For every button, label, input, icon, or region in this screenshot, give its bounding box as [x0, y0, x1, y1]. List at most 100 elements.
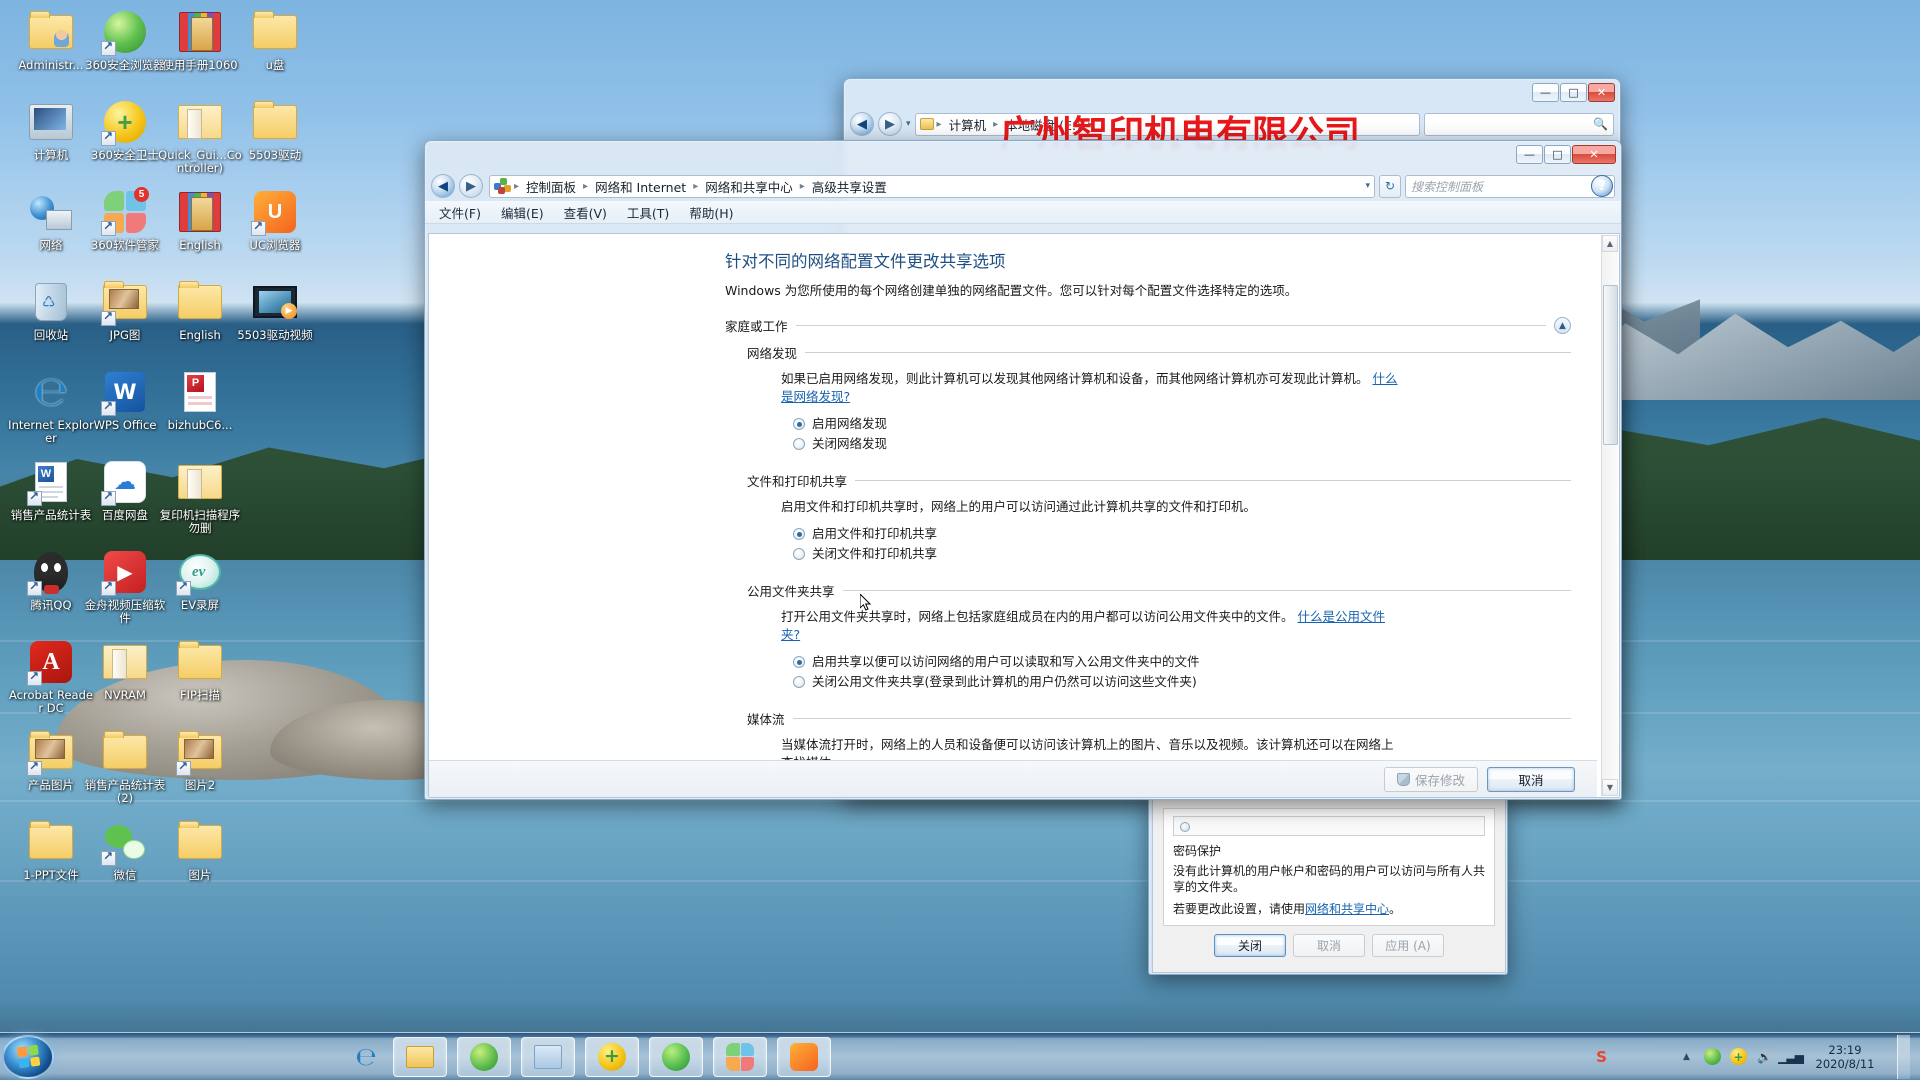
radio-option-enable-file-printer-sharing[interactable]: 启用文件和打印机共享: [793, 525, 1571, 543]
dialog-close-button[interactable]: 关闭: [1214, 934, 1286, 957]
explorer-close-button[interactable]: ✕: [1588, 83, 1615, 102]
help-icon[interactable]: ?: [1591, 175, 1613, 197]
360-browser-tray-icon[interactable]: [1704, 1048, 1721, 1065]
cp-breadcrumb-1[interactable]: 网络和 Internet: [591, 176, 690, 197]
desktop-icon[interactable]: FIP扫描: [157, 638, 243, 702]
cp-breadcrumb-0[interactable]: 控制面板: [522, 176, 580, 197]
taskbar-control-panel-button[interactable]: [521, 1036, 575, 1077]
cp-back-button[interactable]: ◀: [431, 174, 455, 198]
radio-option-enable-network-discovery[interactable]: 启用网络发现: [793, 415, 1571, 433]
control-panel-maximize-button[interactable]: □: [1544, 145, 1571, 164]
control-panel-window[interactable]: — □ ✕ ◀ ▶ ▸ 控制面板 ▸ 网络和 Internet ▸ 网络和共享中…: [424, 140, 1622, 800]
radio-icon-selected[interactable]: [793, 528, 805, 540]
desktop-icon[interactable]: PbizhubC6...: [157, 368, 243, 432]
radio-icon[interactable]: [793, 676, 805, 688]
network-signal-icon[interactable]: ▁▃▅: [1778, 1048, 1804, 1065]
desktop-icon[interactable]: English: [157, 188, 243, 252]
desktop-icon[interactable]: 5503驱动: [232, 98, 318, 162]
sharing-dialog-partial-option[interactable]: [1173, 816, 1485, 836]
explorer-breadcrumb-0[interactable]: 计算机: [945, 114, 991, 135]
explorer-maximize-button[interactable]: □: [1560, 83, 1587, 102]
desktop-icon[interactable]: JPG图: [82, 278, 168, 342]
desktop-icon[interactable]: 销售产品统计表 (2): [82, 728, 168, 805]
control-panel-titlebar[interactable]: — □ ✕: [425, 141, 1621, 171]
system-tray[interactable]: S ▲ + 🔊 ▁▃▅ 23:19 2020/8/11: [1593, 1034, 1920, 1079]
menu-help[interactable]: 帮助(H): [689, 203, 733, 222]
taskbar-360soft-button[interactable]: [649, 1036, 703, 1077]
cp-breadcrumb-3[interactable]: 高级共享设置: [808, 176, 891, 197]
explorer-recent-pages-icon[interactable]: ▾: [906, 119, 911, 129]
desktop-icon[interactable]: Quick_Gui...Controller): [157, 98, 243, 175]
dialog-apply-button[interactable]: 应用 (A): [1372, 934, 1444, 957]
cp-search-input[interactable]: 搜索控制面板 ⌕: [1405, 174, 1615, 198]
menu-tools[interactable]: 工具(T): [627, 203, 669, 222]
cp-forward-button[interactable]: ▶: [459, 174, 483, 198]
desktop-icon[interactable]: ☁ 百度网盘: [82, 458, 168, 522]
radio-option-enable-public-folder-sharing[interactable]: 启用共享以便可以访问网络的用户可以读取和写入公用文件夹中的文件: [793, 653, 1571, 671]
desktop-icon[interactable]: 5 360软件管家: [82, 187, 168, 252]
scroll-up-button[interactable]: ▲: [1602, 235, 1618, 252]
radio-icon[interactable]: [793, 548, 805, 560]
volume-icon[interactable]: 🔊: [1756, 1048, 1773, 1065]
radio-icon[interactable]: [793, 438, 805, 450]
desktop-icon[interactable]: 图片: [157, 818, 243, 882]
show-desktop-button[interactable]: [1897, 1034, 1910, 1079]
desktop-icon[interactable]: 复印机扫描程序勿删: [157, 458, 243, 535]
menu-view[interactable]: 查看(V): [564, 203, 607, 222]
radio-option-disable-public-folder-sharing[interactable]: 关闭公用文件夹共享(登录到此计算机的用户仍然可以访问这些文件夹): [793, 673, 1571, 691]
explorer-search-input[interactable]: 🔍: [1424, 112, 1614, 136]
desktop-icon[interactable]: English: [157, 278, 243, 342]
advanced-sharing-settings-scroll-area[interactable]: 针对不同的网络配置文件更改共享选项 Windows 为您所使用的每个网络创建单独…: [429, 234, 1597, 762]
control-panel-menubar[interactable]: 文件(F) 编辑(E) 查看(V) 工具(T) 帮助(H): [425, 201, 1621, 224]
menu-file[interactable]: 文件(F): [439, 203, 481, 222]
control-panel-navigation-bar[interactable]: ◀ ▶ ▸ 控制面板 ▸ 网络和 Internet ▸ 网络和共享中心 ▸ 高级…: [425, 171, 1621, 201]
scrollbar-thumb[interactable]: [1603, 285, 1618, 445]
radio-icon-selected[interactable]: [793, 418, 805, 430]
taskbar-ucbrowser-button[interactable]: [777, 1036, 831, 1077]
network-sharing-center-link[interactable]: 网络和共享中心: [1305, 902, 1389, 916]
desktop-icon[interactable]: 图片2: [157, 728, 243, 792]
desktop-icon[interactable]: ev EV录屏: [157, 548, 243, 612]
taskbar[interactable]: ℮ + S ▲ + 🔊 ▁▃▅ 23:19 2020/8/11: [0, 1032, 1920, 1080]
desktop-icon[interactable]: 微信: [82, 818, 168, 882]
explorer-forward-button[interactable]: ▶: [878, 112, 902, 136]
sogou-input-icon[interactable]: S: [1593, 1048, 1610, 1066]
clock[interactable]: 23:19 2020/8/11: [1808, 1043, 1882, 1071]
dialog-cancel-button[interactable]: 取消: [1293, 934, 1365, 957]
radio-icon-selected[interactable]: [793, 656, 805, 668]
cp-address-bar[interactable]: ▸ 控制面板 ▸ 网络和 Internet ▸ 网络和共享中心 ▸ 高级共享设置…: [489, 174, 1375, 198]
desktop-icon[interactable]: W WPS Office: [82, 368, 168, 432]
radio-option-disable-network-discovery[interactable]: 关闭网络发现: [793, 435, 1571, 453]
taskbar-photos-button[interactable]: [713, 1036, 767, 1077]
control-panel-close-button[interactable]: ✕: [1572, 145, 1616, 164]
desktop-icon[interactable]: NVRAM: [82, 638, 168, 702]
desktop-icon[interactable]: +360安全卫士: [82, 98, 168, 162]
sharing-dialog-buttons[interactable]: 关闭 取消 应用 (A): [1163, 934, 1495, 957]
taskbar-ie-icon[interactable]: ℮: [349, 1039, 383, 1075]
cancel-button[interactable]: 取消: [1487, 766, 1575, 792]
content-vertical-scrollbar[interactable]: ▲ ▼: [1601, 235, 1618, 796]
cp-breadcrumb-2[interactable]: 网络和共享中心: [701, 176, 797, 197]
profile-group-home-or-work[interactable]: 家庭或工作 ▲: [725, 316, 1571, 335]
desktop-icon[interactable]: 360安全浏览器: [82, 8, 168, 72]
desktop-icon[interactable]: u盘: [232, 8, 318, 72]
sharing-settings-dialog[interactable]: 密码保护 没有此计算机的用户帐户和密码的用户可以访问与所有人共享的文件夹。 若要…: [1148, 795, 1508, 975]
radio-option-disable-file-printer-sharing[interactable]: 关闭文件和打印机共享: [793, 545, 1571, 563]
360-safe-tray-icon[interactable]: +: [1730, 1048, 1747, 1065]
control-panel-minimize-button[interactable]: —: [1516, 145, 1543, 164]
desktop-icon[interactable]: ▶ 5503驱动视频: [232, 278, 318, 342]
show-hidden-icons[interactable]: ▲: [1678, 1048, 1695, 1065]
explorer-minimize-button[interactable]: —: [1532, 83, 1559, 102]
desktop-icon[interactable]: U UC浏览器: [232, 188, 318, 252]
radio-icon[interactable]: [1180, 822, 1190, 832]
refresh-icon[interactable]: ↻: [1379, 174, 1401, 198]
control-panel-window-controls[interactable]: — □ ✕: [1516, 145, 1616, 164]
scroll-down-button[interactable]: ▼: [1602, 779, 1618, 796]
menu-edit[interactable]: 编辑(E): [501, 203, 544, 222]
save-changes-button[interactable]: 保存修改: [1383, 766, 1478, 792]
desktop-icon[interactable]: ▶金舟视频压缩软件: [82, 548, 168, 625]
chevron-down-icon[interactable]: ▾: [1365, 181, 1370, 191]
taskbar-buttons[interactable]: ℮ +: [349, 1036, 831, 1077]
taskbar-explorer-button[interactable]: [393, 1036, 447, 1077]
taskbar-360browser-button[interactable]: [457, 1036, 511, 1077]
